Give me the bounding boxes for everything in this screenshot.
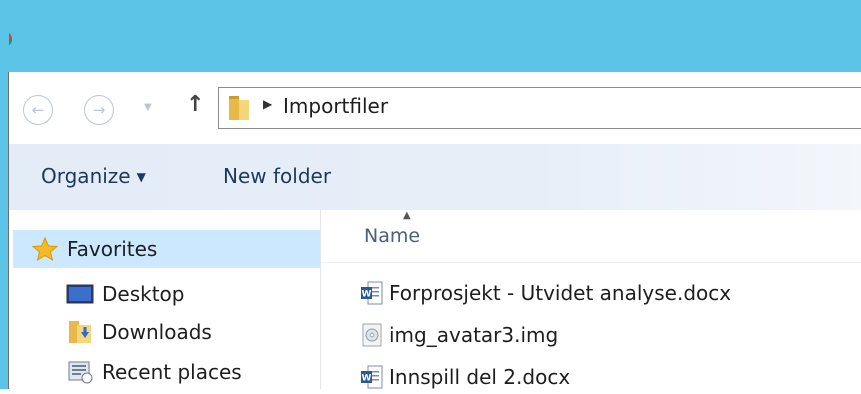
column-header-name[interactable]: ▲ Name: [321, 210, 861, 263]
recent-locations-dropdown[interactable]: ▼: [144, 102, 152, 113]
up-button[interactable]: ↑: [186, 92, 204, 117]
address-field[interactable]: ▶ Importfiler: [218, 87, 861, 129]
file-item[interactable]: W Forprosjekt - Utvidet analyse.docx: [361, 276, 731, 310]
navigation-pane: Favorites Desktop Downloads Recent place…: [9, 210, 321, 389]
nav-item-recent-places[interactable]: Recent places: [66, 353, 242, 391]
file-name: Forprosjekt - Utvidet analyse.docx: [389, 281, 732, 305]
nav-item-downloads[interactable]: Downloads: [66, 313, 212, 351]
word-document-icon: W: [361, 365, 383, 389]
caret-down-icon: ▼: [136, 170, 146, 184]
nav-item-favorites[interactable]: Favorites: [13, 230, 320, 268]
file-name: img_avatar3.img: [389, 323, 559, 347]
arrow-right-icon: →: [92, 101, 106, 119]
desktop-icon: [66, 283, 94, 305]
forward-button[interactable]: →: [84, 95, 114, 125]
address-bar-row: ← → ▼ ↑ ▶ Importfiler: [9, 72, 861, 144]
new-folder-button[interactable]: New folder: [223, 164, 331, 188]
svg-text:W: W: [362, 374, 372, 384]
recent-places-icon: [66, 361, 94, 384]
star-icon: [31, 237, 59, 261]
nav-item-label: Recent places: [102, 360, 242, 384]
arrow-up-icon: ↑: [186, 92, 205, 117]
file-name: Innspill del 2.docx: [389, 365, 571, 389]
chevron-down-icon: ▼: [144, 102, 152, 113]
command-bar: Organize ▼ New folder: [9, 144, 861, 211]
window-titlebar[interactable]: [0, 0, 861, 72]
nav-item-label: Desktop: [102, 282, 185, 306]
nav-item-label: Favorites: [67, 237, 158, 261]
downloads-folder-icon: [66, 321, 94, 343]
disc-image-icon: [362, 323, 382, 347]
organize-button[interactable]: Organize ▼: [41, 164, 146, 188]
folder-icon: [229, 96, 249, 120]
nav-item-desktop[interactable]: Desktop: [66, 275, 184, 313]
file-list-pane: ▲ Name W Forprosjekt - Utvidet analyse.d…: [321, 210, 861, 389]
arrow-left-icon: ←: [31, 101, 45, 119]
sort-ascending-icon: ▲: [403, 210, 411, 221]
back-button[interactable]: ←: [23, 95, 53, 125]
word-document-icon: W: [361, 281, 383, 305]
file-item[interactable]: img_avatar3.img: [361, 318, 558, 352]
column-header-label: Name: [364, 225, 421, 247]
nav-item-label: Downloads: [102, 320, 212, 344]
svg-text:W: W: [362, 290, 372, 300]
organize-label: Organize: [41, 164, 131, 188]
breadcrumb-importfiler[interactable]: Importfiler: [283, 94, 388, 118]
window-border: [0, 0, 9, 389]
breadcrumb-arrow-icon[interactable]: ▶: [263, 97, 272, 111]
